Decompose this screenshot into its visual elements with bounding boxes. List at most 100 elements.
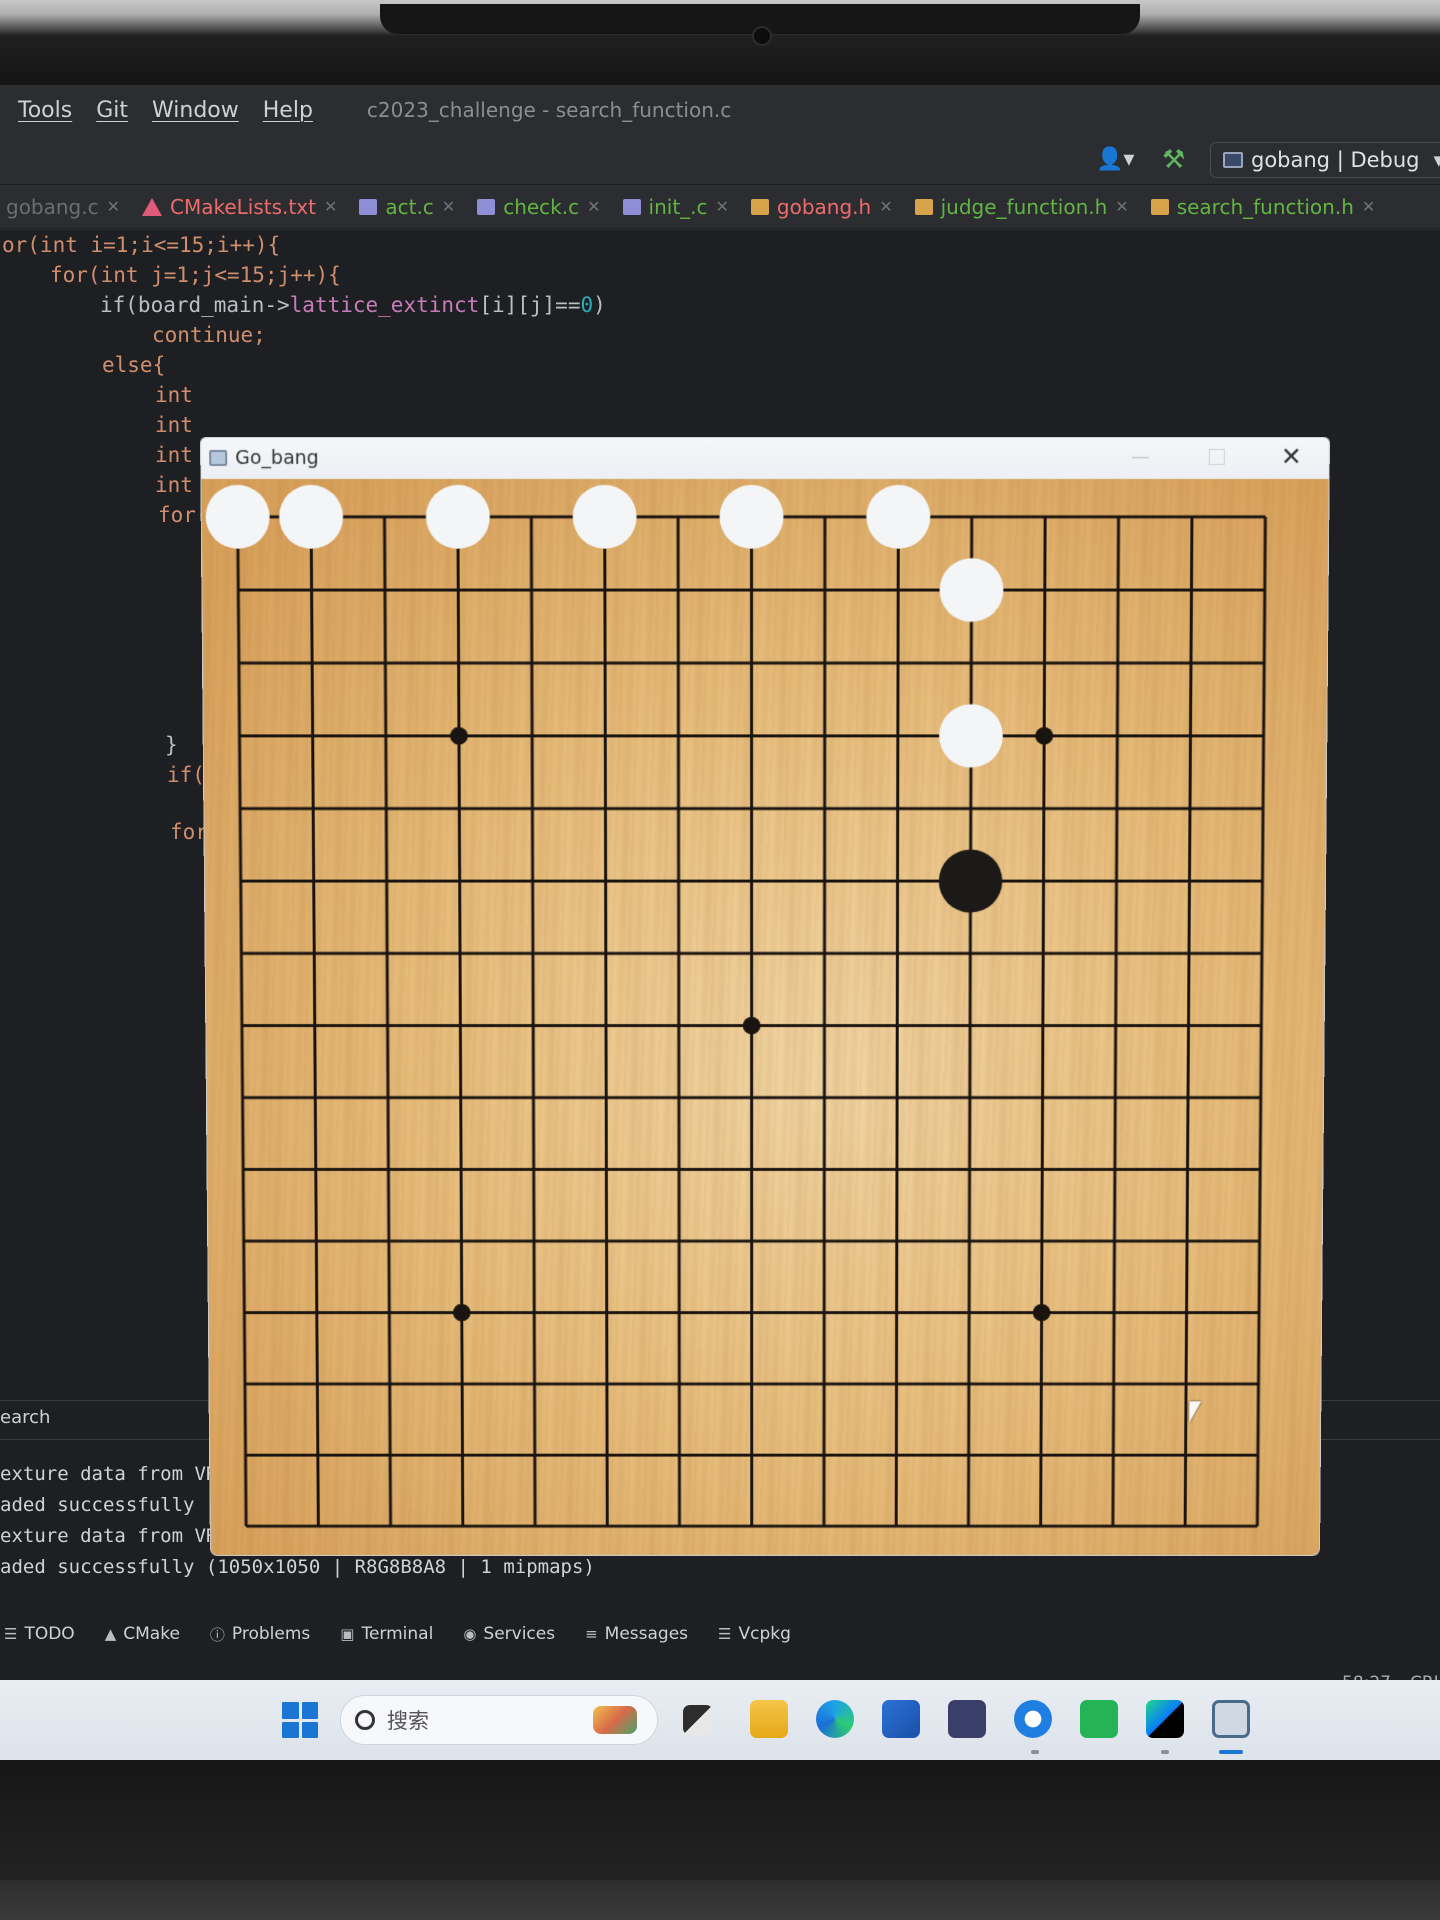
c-file-icon [477, 198, 496, 215]
messages-icon: ≡ [585, 1625, 598, 1643]
close-icon[interactable]: ✕ [1281, 442, 1302, 471]
list-icon: ☰ [4, 1625, 18, 1643]
hammer-icon[interactable]: ⚒ [1162, 145, 1185, 175]
ie-icon[interactable] [1014, 1700, 1052, 1738]
tool-window-problems[interactable]: ⓘ Problems [210, 1624, 310, 1645]
console-line: aded successfully (1050x1050 | R8G8B8A8 … [0, 1556, 595, 1578]
minimize-icon[interactable]: — [1131, 446, 1150, 468]
tool-window-todo[interactable]: ☰ TODO [4, 1624, 75, 1644]
tab-label: check.c [503, 194, 580, 219]
menu-tools[interactable]: Tools [18, 98, 72, 123]
close-icon[interactable]: ✕ [1115, 197, 1128, 216]
laptop-bezel-top [0, 0, 1440, 85]
clion-icon[interactable] [1146, 1700, 1184, 1738]
tab-act-c[interactable]: act.c ✕ [359, 195, 455, 219]
white-stone [939, 558, 1004, 622]
run-configuration-selector[interactable]: gobang | Debug ▾ [1210, 142, 1440, 178]
mouse-cursor-icon [1189, 1401, 1202, 1423]
gobang-app-icon[interactable] [1212, 1700, 1250, 1738]
edge-icon[interactable] [816, 1700, 854, 1738]
tool-window-cmake[interactable]: ▲ CMake [105, 1624, 180, 1644]
file-explorer-icon[interactable] [750, 1700, 788, 1738]
tool-window-label: Services [483, 1624, 556, 1644]
gobang-board[interactable] [200, 478, 1330, 1557]
code-text: for(int j=1;j<=15;j++){ [50, 263, 341, 287]
c-file-icon [359, 198, 378, 215]
gobang-window-title: Go_bang [235, 446, 319, 469]
search-highlight-icon [593, 1706, 637, 1734]
star-point [449, 726, 468, 745]
webcam [752, 26, 772, 46]
tool-window-label: Terminal [361, 1624, 434, 1644]
tab-gobang-c[interactable]: gobang.c ✕ [6, 195, 120, 219]
tab-label: CMakeLists.txt [170, 194, 316, 219]
close-icon[interactable]: ✕ [879, 197, 892, 216]
wechat-work-icon[interactable] [1080, 1700, 1118, 1738]
tab-label: init_.c [648, 194, 708, 219]
board-line-vertical [1113, 517, 1119, 1526]
board-line-vertical [1041, 517, 1045, 1526]
taskbar-search-box[interactable]: 搜索 [340, 1695, 658, 1745]
menu-help[interactable]: Help [263, 98, 313, 123]
white-stone [572, 484, 637, 549]
close-icon[interactable]: ✕ [1362, 197, 1375, 216]
tool-window-messages[interactable]: ≡ Messages [585, 1624, 688, 1644]
board-line-vertical [238, 517, 246, 1526]
close-icon[interactable]: ✕ [716, 197, 729, 216]
tab-gobang-h[interactable]: gobang.h ✕ [750, 195, 893, 219]
code-line: continue; [152, 323, 266, 347]
laptop-bezel-bottom [0, 1760, 1440, 1920]
chevron-down-icon: ▾ [1433, 148, 1440, 172]
code-line: or(int i=1;i<=15;i++){ [2, 230, 280, 260]
close-icon[interactable]: ✕ [324, 197, 337, 216]
tab-init-c[interactable]: init_.c ✕ [622, 194, 729, 219]
tab-search-function-h[interactable]: search_function.h ✕ [1150, 195, 1375, 219]
gobang-window: Go_bang — ✕ [200, 437, 1330, 1557]
user-icon[interactable]: 👤▾ [1096, 147, 1134, 172]
tab-label: judge_function.h [940, 194, 1108, 219]
tool-window-services[interactable]: ◉ Services [463, 1624, 555, 1644]
code-line: if( [167, 763, 205, 787]
header-file-icon [750, 198, 769, 215]
close-icon[interactable]: ✕ [107, 197, 120, 216]
close-icon[interactable]: ✕ [587, 197, 600, 216]
code-line: else{ [102, 353, 166, 377]
cmake-icon: ▲ [104, 1625, 117, 1643]
code-line: } [165, 733, 178, 757]
window-title: c2023_challenge - search_function.c [366, 98, 732, 122]
ide-toolbar: 👤▾ ⚒ gobang | Debug ▾ [0, 135, 1440, 185]
board-line-vertical [968, 517, 971, 1526]
board-line-vertical [896, 517, 898, 1526]
code-text: [i][j]== [479, 293, 581, 317]
gobang-titlebar[interactable]: Go_bang — ✕ [200, 437, 1330, 479]
maximize-icon[interactable] [1208, 448, 1225, 465]
white-stone [426, 485, 491, 550]
tab-judge-function-h[interactable]: judge_function.h ✕ [914, 194, 1129, 219]
tab-check-c[interactable]: check.c ✕ [477, 194, 601, 219]
star-point [742, 1016, 761, 1035]
windows-start-icon[interactable] [282, 1702, 318, 1738]
search-label[interactable]: earch [0, 1407, 50, 1428]
code-text: or(int i=1;i<=15;i++){ [2, 233, 281, 257]
tab-cmakelists[interactable]: CMakeLists.txt ✕ [142, 195, 337, 219]
code-text: ) [593, 293, 606, 317]
board-line-vertical [678, 517, 679, 1526]
code-line: int [155, 443, 193, 467]
cmake-icon [142, 197, 163, 216]
white-stone [719, 484, 784, 549]
app-cube-icon[interactable] [948, 1700, 986, 1738]
board-grid[interactable] [201, 479, 1329, 1556]
tool-window-vcpkg[interactable]: ☰ Vcpkg [718, 1624, 791, 1644]
star-point [1035, 726, 1054, 745]
close-icon[interactable]: ✕ [442, 197, 455, 216]
menu-git[interactable]: Git [96, 98, 128, 123]
white-stone [205, 485, 270, 550]
code-number: 0 [580, 293, 594, 317]
photo-frame: Tools Git Window Help c2023_challenge - … [0, 0, 1440, 1920]
store-icon[interactable] [882, 1700, 920, 1738]
board-line-vertical [384, 517, 390, 1526]
menu-window[interactable]: Window [152, 98, 239, 123]
running-indicator [1161, 1750, 1169, 1754]
task-view-icon[interactable] [683, 1705, 713, 1735]
tool-window-terminal[interactable]: ▣ Terminal [340, 1624, 433, 1644]
